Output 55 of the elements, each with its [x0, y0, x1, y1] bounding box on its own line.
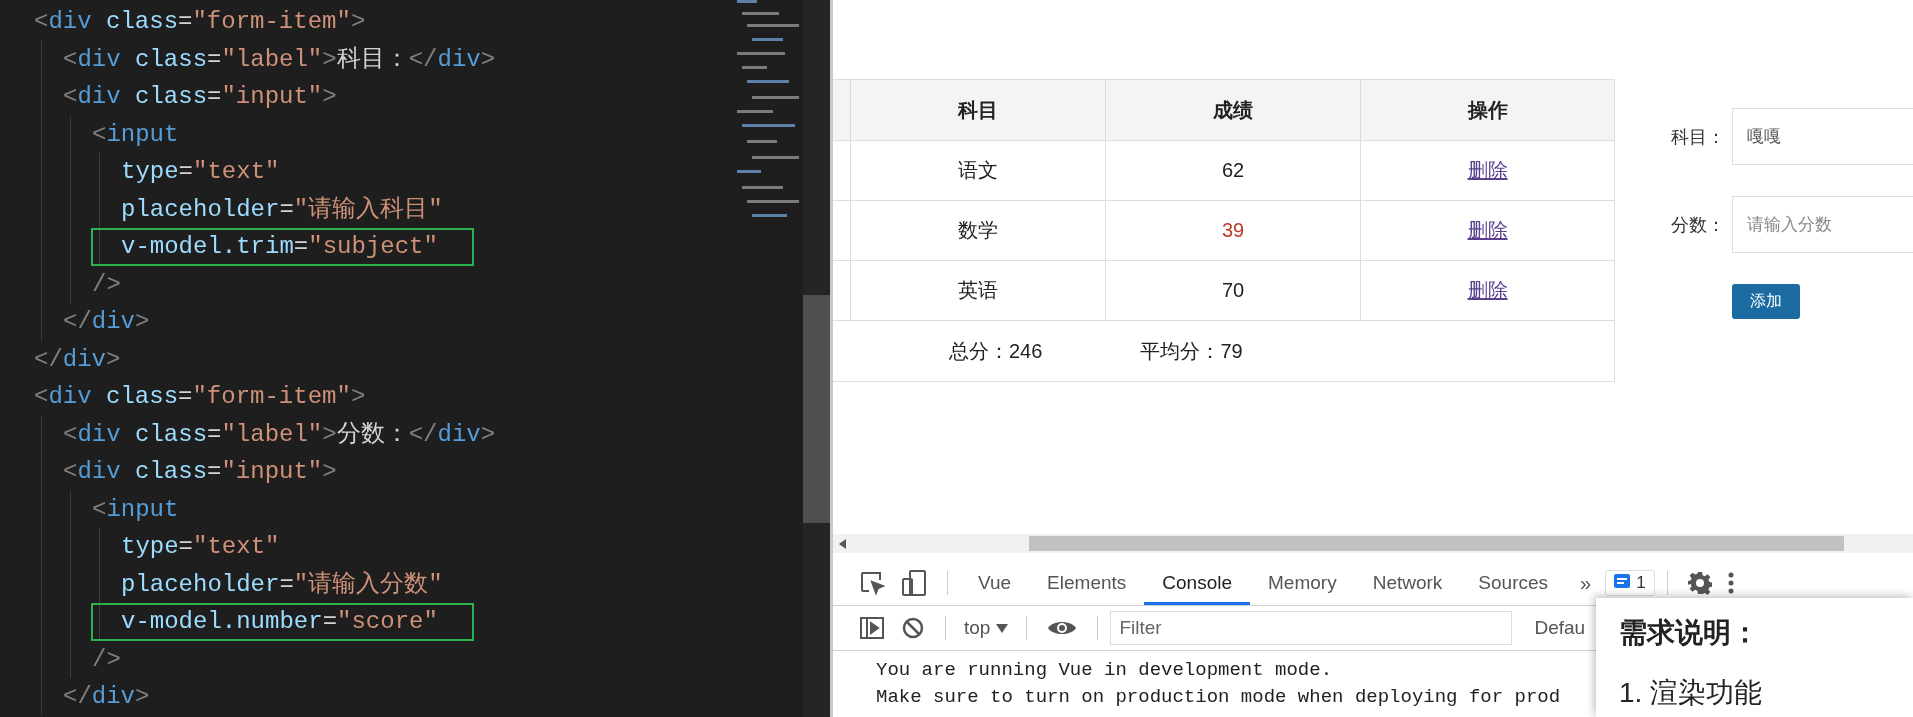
devtools-tab[interactable]: Vue: [960, 561, 1030, 605]
table-cell: 39: [1105, 200, 1361, 261]
total-score: 总分：246: [949, 338, 1043, 364]
filter-field[interactable]: Filter: [1110, 611, 1513, 645]
console-message: You are running Vue in development mode.: [876, 658, 1333, 683]
code-line: <div class="form-item">: [34, 7, 366, 37]
delete-link[interactable]: 删除: [1467, 159, 1508, 181]
table-cell: 语文: [850, 140, 1106, 201]
field-label: 科目：: [1671, 125, 1726, 149]
column-header: 成绩: [1105, 79, 1361, 141]
log-levels-dropdown[interactable]: Defau: [1534, 617, 1586, 639]
devtools-tab[interactable]: Console: [1144, 561, 1251, 605]
devtools-tab[interactable]: Elements: [1029, 561, 1145, 605]
scroll-left-icon[interactable]: [839, 538, 847, 549]
code-line: <div class="input">: [63, 82, 337, 112]
note-title: 需求说明：: [1619, 616, 1760, 650]
context-dropdown[interactable]: top: [958, 617, 1015, 639]
delete-link[interactable]: 删除: [1467, 219, 1508, 241]
code-line: />: [92, 644, 121, 675]
note-item: 1. 渲染功能: [1619, 676, 1764, 710]
code-line: <div class="form-item">: [34, 382, 366, 412]
code-line: placeholder="请输入科目": [121, 194, 443, 225]
scrollbar-thumb[interactable]: [803, 295, 830, 523]
average-score: 平均分：79: [1140, 338, 1243, 364]
column-header: 操作: [1360, 79, 1615, 141]
code-line: </div>: [34, 344, 121, 375]
more-tabs[interactable]: »: [1566, 571, 1606, 595]
scrollbar-thumb[interactable]: [1029, 536, 1844, 551]
code-line: <input: [92, 494, 179, 525]
table-cell: 70: [1105, 260, 1361, 321]
code-line: type="text": [121, 532, 280, 562]
devtools-tab[interactable]: Sources: [1460, 561, 1567, 605]
table-cell: 62: [1105, 140, 1361, 201]
delete-link[interactable]: 删除: [1467, 279, 1508, 301]
code-line: <div class="label">科目：</div>: [63, 44, 496, 75]
column-header: 科目: [850, 79, 1106, 141]
table-cell: 英语: [850, 260, 1106, 321]
console-message: Make sure to turn on production mode when deploying for prod: [876, 685, 1561, 710]
devtools-tab[interactable]: Memory: [1250, 561, 1355, 605]
field-label: 分数：: [1671, 213, 1726, 237]
table-cell: 数学: [850, 200, 1106, 261]
code-line: placeholder="请输入分数": [121, 569, 443, 600]
code-line: <div class="input">: [63, 457, 337, 487]
input-field[interactable]: 请输入分数: [1732, 196, 1913, 253]
code-line: type="text": [121, 157, 280, 187]
code-line: </div>: [63, 307, 150, 337]
code-line: </div>: [63, 682, 150, 712]
input-field[interactable]: 嘎嘎: [1732, 108, 1913, 165]
add-button[interactable]: 添加: [1732, 284, 1800, 319]
code-line: <input: [92, 119, 179, 150]
caret-icon: [996, 623, 1009, 633]
code-line: />: [92, 269, 121, 300]
devtools-tab[interactable]: Network: [1354, 561, 1461, 605]
code-line: <div class="label">分数：</div>: [63, 419, 496, 450]
issues-button[interactable]: 1: [1605, 570, 1655, 596]
